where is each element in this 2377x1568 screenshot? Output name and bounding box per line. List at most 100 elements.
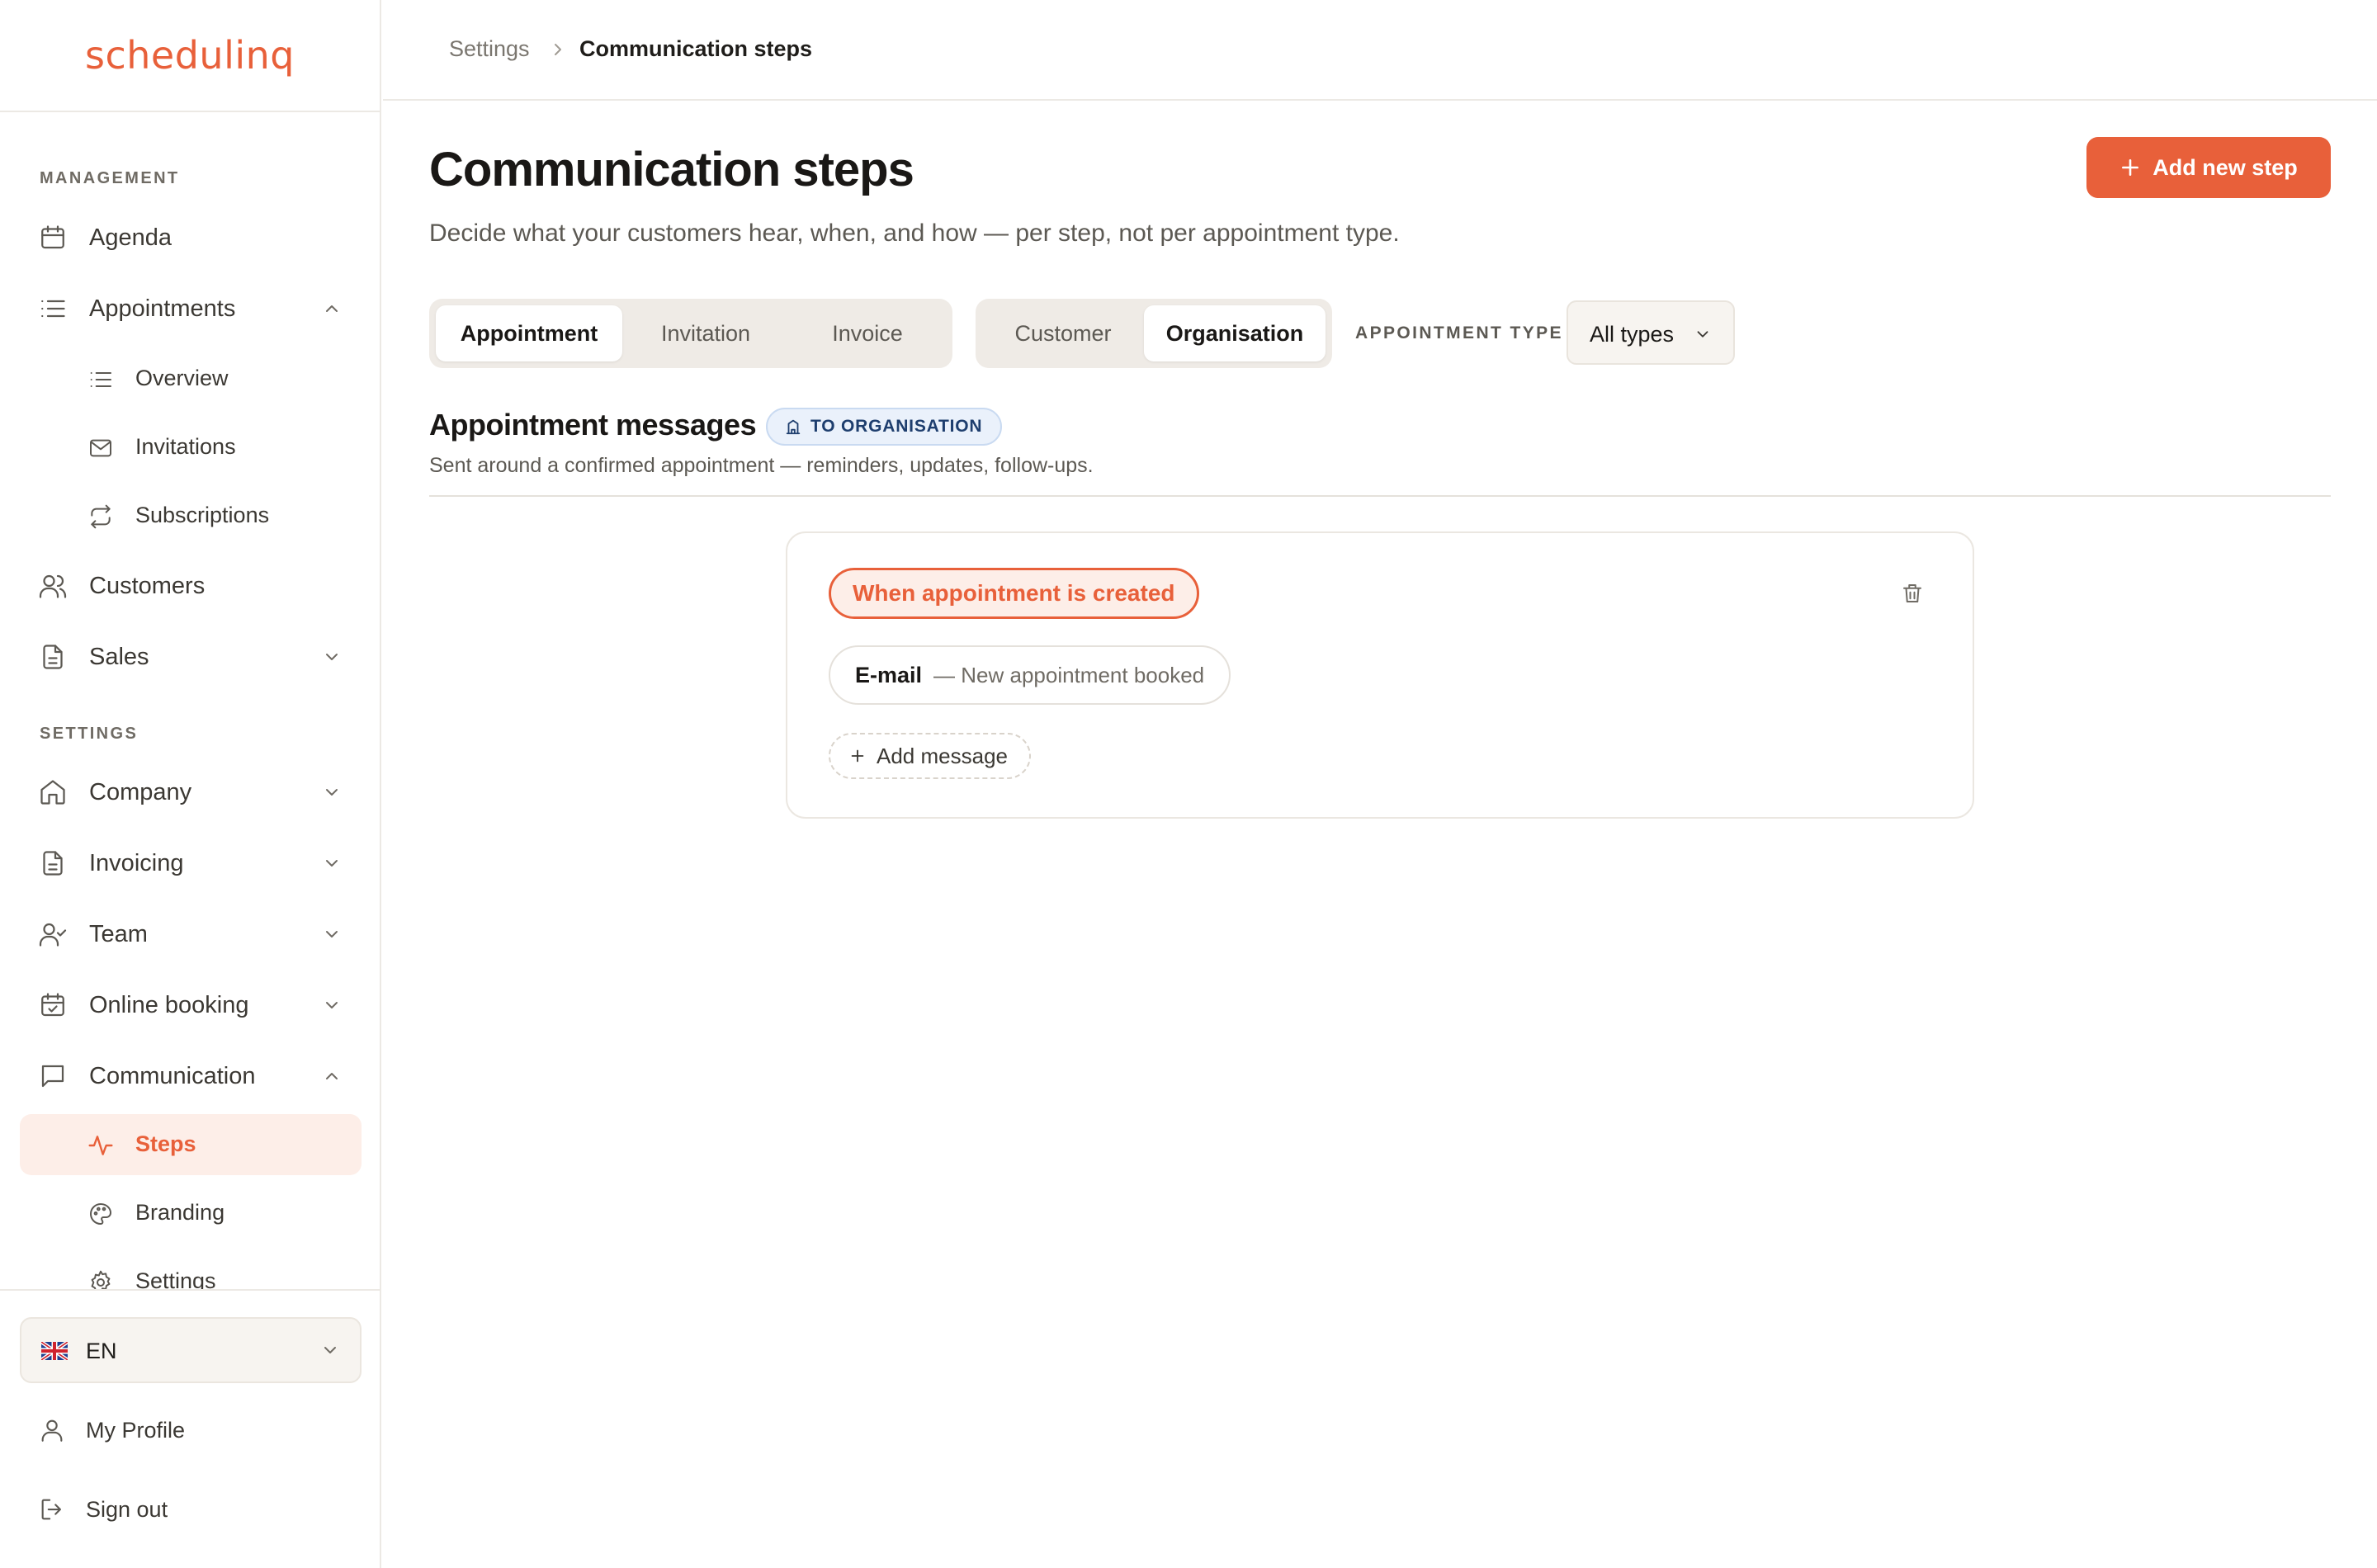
section-subtitle: Sent around a confirmed appointment — re… bbox=[429, 454, 1094, 477]
audience-tabs: Customer Organisation bbox=[976, 299, 1332, 368]
sidebar-subitem-label: Branding bbox=[135, 1200, 225, 1225]
step-card: When appointment is created E-mail — New… bbox=[786, 531, 1974, 819]
calendar-check-icon bbox=[38, 990, 68, 1020]
activity-icon bbox=[87, 1132, 114, 1159]
page-subtitle: Decide what your customers hear, when, a… bbox=[429, 220, 1400, 247]
list-icon bbox=[87, 366, 114, 393]
sidebar-scroll-clip: Settings bbox=[0, 1246, 380, 1289]
divider bbox=[429, 495, 2331, 497]
sidebar-item-label: Customers bbox=[89, 572, 206, 599]
my-profile-link[interactable]: My Profile bbox=[20, 1405, 362, 1454]
sidebar-item-appointments[interactable]: Appointments bbox=[20, 279, 362, 338]
sign-out-link[interactable]: Sign out bbox=[20, 1484, 362, 1533]
document-icon bbox=[38, 848, 68, 878]
sidebar-item-label: Company bbox=[89, 778, 192, 805]
chevron-right-icon bbox=[548, 40, 568, 59]
add-new-step-button[interactable]: Add new step bbox=[2086, 137, 2331, 198]
document-icon bbox=[38, 642, 68, 672]
sidebar-subitem-invitations[interactable]: Invitations bbox=[20, 417, 362, 478]
section-title: Appointment messages bbox=[429, 408, 757, 442]
logo-text: schedulinq bbox=[85, 33, 295, 78]
audience-badge: TO ORGANISATION bbox=[766, 408, 1003, 446]
step-trigger-chip[interactable]: When appointment is created bbox=[829, 568, 1199, 619]
appointment-type-select[interactable]: All types bbox=[1567, 300, 1735, 365]
chevron-down-icon bbox=[322, 782, 342, 802]
sidebar: schedulinq MANAGEMENT Agenda Appointment… bbox=[0, 0, 381, 1568]
sidebar-item-label: Appointments bbox=[89, 295, 236, 322]
sidebar-item-label: Team bbox=[89, 920, 148, 947]
breadcrumb: Settings Communication steps bbox=[383, 0, 2377, 101]
uk-flag-icon bbox=[40, 1340, 69, 1362]
sidebar-subitem-branding[interactable]: Branding bbox=[20, 1183, 362, 1244]
add-message-button[interactable]: Add message bbox=[829, 733, 1031, 779]
message-name: — New appointment booked bbox=[933, 662, 1205, 687]
sidebar-subitem-overview[interactable]: Overview bbox=[20, 348, 362, 409]
calendar-icon bbox=[38, 223, 68, 253]
sidebar-subitem-label: Overview bbox=[135, 366, 229, 390]
chat-icon bbox=[38, 1061, 68, 1091]
building-icon bbox=[786, 419, 801, 435]
sidebar-item-team[interactable]: Team bbox=[20, 904, 362, 964]
breadcrumb-current: Communication steps bbox=[579, 36, 813, 61]
sidebar-item-invoicing[interactable]: Invoicing bbox=[20, 834, 362, 893]
sidebar-subitem-label: Steps bbox=[135, 1131, 196, 1156]
plus-icon bbox=[851, 749, 864, 763]
chevron-down-icon bbox=[322, 924, 342, 944]
sidebar-subitem-steps[interactable]: Steps bbox=[20, 1114, 362, 1175]
message-kind-tabs: Appointment Invitation Invoice bbox=[429, 299, 952, 368]
message-chip[interactable]: E-mail — New appointment booked bbox=[829, 645, 1231, 705]
my-profile-label: My Profile bbox=[86, 1418, 186, 1443]
gear-icon bbox=[87, 1269, 114, 1289]
sidebar-item-sales[interactable]: Sales bbox=[20, 627, 362, 687]
trash-icon[interactable] bbox=[1900, 581, 1925, 606]
language-select[interactable]: EN bbox=[20, 1317, 362, 1383]
sidebar-item-label: Invoicing bbox=[89, 849, 184, 876]
list-icon bbox=[38, 294, 68, 324]
tab-appointment[interactable]: Appointment bbox=[436, 305, 622, 361]
tab-invoice[interactable]: Invoice bbox=[789, 305, 946, 361]
add-message-label: Add message bbox=[877, 743, 1008, 768]
mail-icon bbox=[87, 435, 114, 461]
sign-out-label: Sign out bbox=[86, 1497, 168, 1522]
logout-icon bbox=[38, 1495, 66, 1523]
plus-icon bbox=[2122, 159, 2139, 176]
appointment-type-value: All types bbox=[1590, 322, 1675, 347]
section-label-settings: SETTINGS bbox=[40, 725, 139, 743]
palette-icon bbox=[87, 1201, 114, 1227]
chevron-down-icon bbox=[322, 995, 342, 1015]
sidebar-subitem-label: Settings bbox=[135, 1268, 216, 1289]
add-new-step-label: Add new step bbox=[2153, 154, 2298, 180]
sidebar-item-customers[interactable]: Customers bbox=[20, 556, 362, 616]
audience-badge-label: TO ORGANISATION bbox=[810, 417, 983, 436]
sidebar-item-label: Sales bbox=[89, 643, 149, 670]
chevron-down-icon bbox=[320, 1340, 340, 1360]
divider bbox=[0, 1289, 380, 1291]
sidebar-item-label: Online booking bbox=[89, 991, 249, 1018]
chevron-down-icon bbox=[322, 647, 342, 667]
sidebar-subitem-label: Subscriptions bbox=[135, 503, 270, 527]
user-icon bbox=[38, 1416, 66, 1444]
user-check-icon bbox=[38, 919, 68, 949]
language-code: EN bbox=[86, 1339, 117, 1363]
chevron-down-icon bbox=[322, 853, 342, 873]
tab-invitation[interactable]: Invitation bbox=[627, 305, 784, 361]
sidebar-item-label: Communication bbox=[89, 1062, 256, 1089]
logo[interactable]: schedulinq bbox=[0, 0, 380, 112]
sidebar-item-label: Agenda bbox=[89, 224, 172, 251]
sidebar-item-communication[interactable]: Communication bbox=[20, 1046, 362, 1106]
repeat-icon bbox=[87, 503, 114, 530]
appointment-type-label: APPOINTMENT TYPE bbox=[1355, 324, 1563, 342]
tab-organisation[interactable]: Organisation bbox=[1144, 305, 1326, 361]
section-label-management: MANAGEMENT bbox=[40, 169, 180, 187]
home-icon bbox=[38, 777, 68, 807]
page-title: Communication steps bbox=[429, 143, 914, 196]
sidebar-item-online-booking[interactable]: Online booking bbox=[20, 975, 362, 1035]
sidebar-item-company[interactable]: Company bbox=[20, 763, 362, 822]
tab-customer[interactable]: Customer bbox=[982, 305, 1144, 361]
sidebar-item-agenda[interactable]: Agenda bbox=[20, 208, 362, 267]
sidebar-subitem-subscriptions[interactable]: Subscriptions bbox=[20, 485, 362, 546]
breadcrumb-parent[interactable]: Settings bbox=[449, 36, 530, 62]
users-icon bbox=[38, 571, 68, 601]
chevron-down-icon bbox=[1694, 325, 1712, 343]
sidebar-subitem-settings[interactable]: Settings bbox=[20, 1251, 362, 1289]
